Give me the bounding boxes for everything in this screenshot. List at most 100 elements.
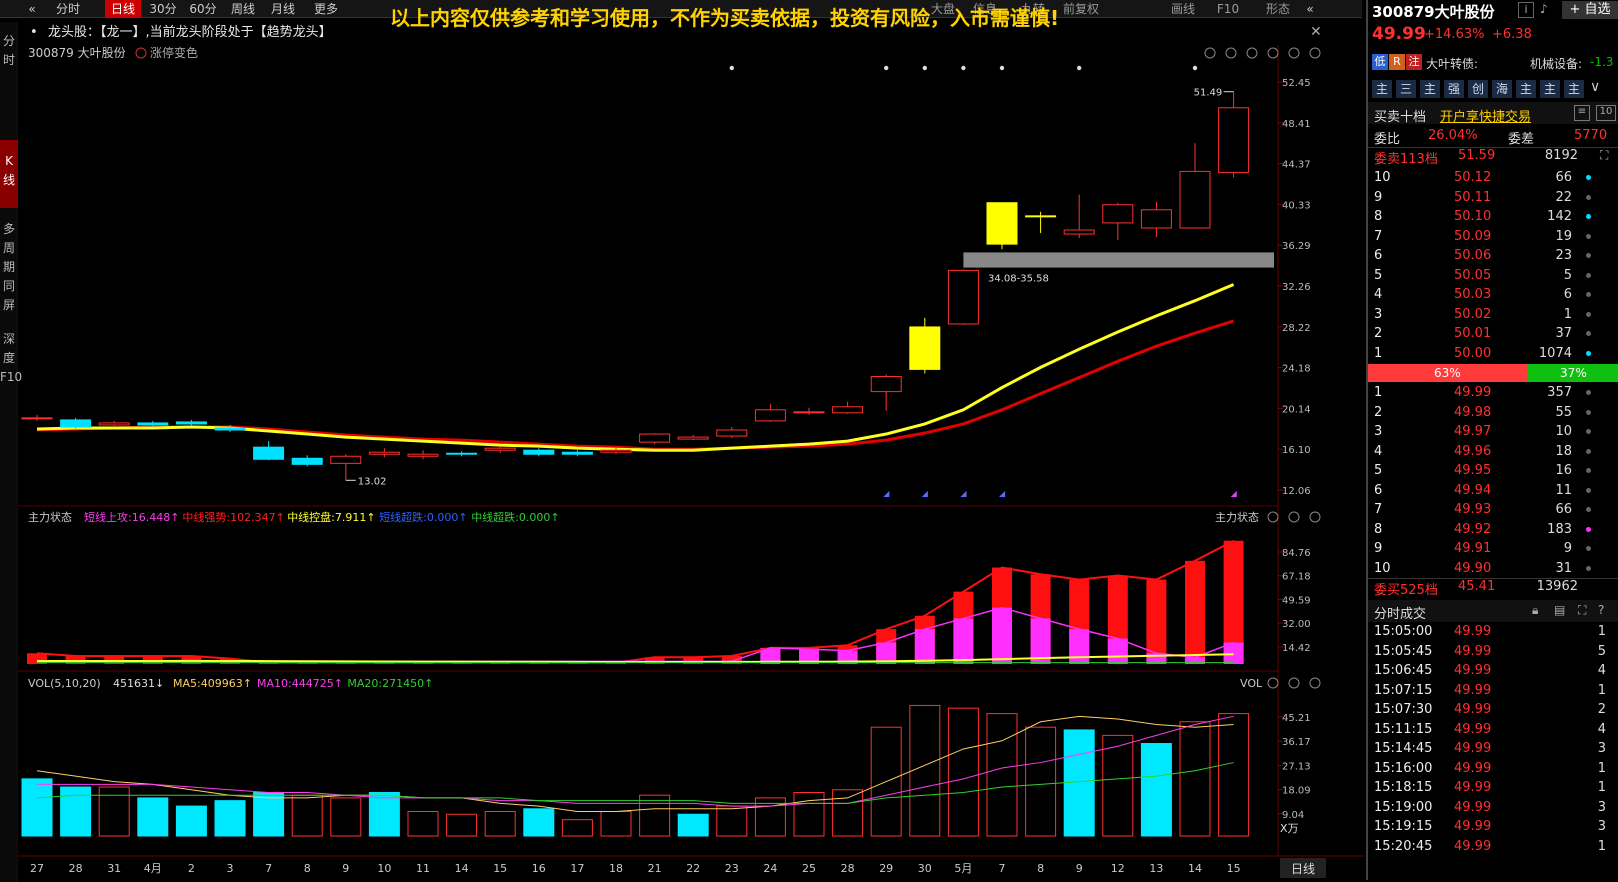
add-favorite-button[interactable]: + 自选: [1562, 1, 1618, 19]
tool-icon-8[interactable]: 主: [1564, 80, 1584, 98]
candle[interactable]: [1179, 143, 1211, 229]
sell-row[interactable]: 4 50.03 6: [1368, 285, 1618, 305]
sell-row[interactable]: 3 50.02 1: [1368, 305, 1618, 325]
candle[interactable]: [1140, 201, 1172, 238]
candle[interactable]: [754, 403, 786, 422]
bell-icon[interactable]: ♪: [1540, 2, 1558, 18]
event-dot[interactable]: [1077, 65, 1082, 71]
close-icon[interactable]: [1309, 47, 1321, 59]
sell-row[interactable]: 5 50.05 5: [1368, 266, 1618, 286]
volume-icon[interactable]: ≡: [1574, 105, 1590, 121]
tool-icon-3[interactable]: 强: [1444, 80, 1464, 98]
candle[interactable]: [639, 433, 671, 445]
tool-icon-0[interactable]: 主: [1372, 80, 1392, 98]
help-icon[interactable]: ?: [1598, 603, 1604, 617]
buy-row[interactable]: 1 49.99 357: [1368, 383, 1618, 403]
buy-row[interactable]: 10 49.90 31: [1368, 559, 1618, 579]
ticks-title[interactable]: 分时成交: [1374, 603, 1426, 622]
sell-row[interactable]: 2 50.01 37: [1368, 324, 1618, 344]
candle[interactable]: [446, 451, 478, 457]
chart-area[interactable]: • 龙头股：【龙一】,当前龙头阶段处于【趋势龙头】 300879 大叶股份 涨停变色 ✕…: [18, 0, 1364, 880]
buy-row[interactable]: 4 49.96 18: [1368, 442, 1618, 462]
buy-row[interactable]: 8 49.92 183: [1368, 520, 1618, 540]
buy-row[interactable]: 9 49.91 9: [1368, 539, 1618, 559]
candle[interactable]: [561, 450, 593, 457]
settings-icon[interactable]: [1267, 677, 1279, 689]
convertible-bond[interactable]: 大叶转债:: [1426, 55, 1478, 72]
candle[interactable]: [21, 414, 53, 421]
expand-icon[interactable]: ⛶: [1600, 148, 1608, 163]
help-icon[interactable]: [1288, 47, 1300, 59]
candle[interactable]: [98, 420, 130, 427]
sell-row[interactable]: 1 50.00 1074: [1368, 344, 1618, 364]
tool-icon-5[interactable]: 海: [1492, 80, 1512, 98]
candle[interactable]: [677, 435, 709, 441]
limit-color-toggle[interactable]: 涨停变色: [150, 45, 198, 60]
depth-title[interactable]: 买卖十档: [1374, 106, 1426, 125]
refresh-icon[interactable]: [1204, 47, 1216, 59]
candle[interactable]: [986, 202, 1018, 250]
buy-row[interactable]: 7 49.93 66: [1368, 500, 1618, 520]
candle[interactable]: [60, 417, 92, 429]
candle[interactable]: [253, 441, 285, 461]
toggle-icon[interactable]: [135, 47, 147, 59]
event-dot[interactable]: [1192, 65, 1198, 71]
close-icon[interactable]: [1309, 511, 1321, 523]
candle[interactable]: [832, 401, 864, 414]
buy-row[interactable]: 5 49.95 16: [1368, 461, 1618, 481]
candle[interactable]: [1102, 202, 1134, 241]
info-icon[interactable]: i: [1518, 2, 1534, 18]
lock-icon[interactable]: 🔒︎: [1532, 603, 1538, 618]
candle[interactable]: [716, 426, 748, 439]
candle[interactable]: [175, 419, 207, 426]
nav-multi-period[interactable]: 多周期同屏: [0, 220, 18, 315]
period-label[interactable]: 日线: [1291, 862, 1315, 876]
chevron-down-icon[interactable]: ∨: [1590, 79, 1600, 95]
sector-label[interactable]: 机械设备:: [1530, 55, 1582, 72]
list-icon[interactable]: ▤: [1554, 603, 1565, 617]
candle[interactable]: [1025, 211, 1057, 234]
help-icon[interactable]: [1288, 511, 1300, 523]
event-dot[interactable]: [999, 65, 1005, 71]
tool-icon-1[interactable]: 三: [1396, 80, 1416, 98]
candle[interactable]: [330, 454, 362, 481]
sell-row[interactable]: 10 50.12 66: [1368, 168, 1618, 188]
nav-depth-f10[interactable]: 深度F10: [0, 330, 22, 387]
tool-icon-4[interactable]: 创: [1468, 80, 1488, 98]
candle[interactable]: [407, 450, 439, 460]
settings-icon[interactable]: [1267, 47, 1279, 59]
nav-fenshi[interactable]: 分时: [0, 32, 18, 70]
candle[interactable]: [793, 407, 825, 415]
buy-row[interactable]: 6 49.94 11: [1368, 481, 1618, 501]
nav-kxian[interactable]: K线: [0, 140, 18, 208]
candle[interactable]: [870, 374, 902, 411]
help-icon[interactable]: [1288, 677, 1300, 689]
buy-row[interactable]: 2 49.98 55: [1368, 403, 1618, 423]
quick-trade-link[interactable]: 开户享快捷交易: [1440, 106, 1531, 125]
sell-row[interactable]: 8 50.10 142: [1368, 207, 1618, 227]
zoom-in-icon[interactable]: [1225, 47, 1237, 59]
candle[interactable]: [909, 317, 941, 374]
tool-icon-7[interactable]: 主: [1540, 80, 1560, 98]
buy-row[interactable]: 3 49.97 10: [1368, 422, 1618, 442]
close-icon[interactable]: [1309, 677, 1321, 689]
candle[interactable]: [523, 448, 555, 457]
candle[interactable]: [1063, 194, 1095, 239]
sell-row[interactable]: 7 50.09 19: [1368, 227, 1618, 247]
tool-icon-6[interactable]: 主: [1516, 80, 1536, 98]
event-dot[interactable]: [922, 65, 927, 71]
event-dot[interactable]: [884, 65, 889, 71]
candle[interactable]: [1218, 91, 1250, 178]
panel-close-icon[interactable]: ✕: [1310, 24, 1322, 40]
candle[interactable]: [947, 269, 979, 325]
settings-icon[interactable]: [1267, 511, 1279, 523]
zoom-out-icon[interactable]: [1246, 47, 1258, 59]
event-dot[interactable]: [729, 65, 734, 71]
candle[interactable]: [484, 446, 516, 454]
event-dot[interactable]: [961, 65, 966, 71]
levels-10-icon[interactable]: 10: [1596, 105, 1616, 121]
expand-icon[interactable]: ⛶: [1578, 603, 1586, 618]
candle[interactable]: [368, 448, 400, 458]
candle[interactable]: [291, 455, 323, 467]
tool-icon-2[interactable]: 主: [1420, 80, 1440, 98]
